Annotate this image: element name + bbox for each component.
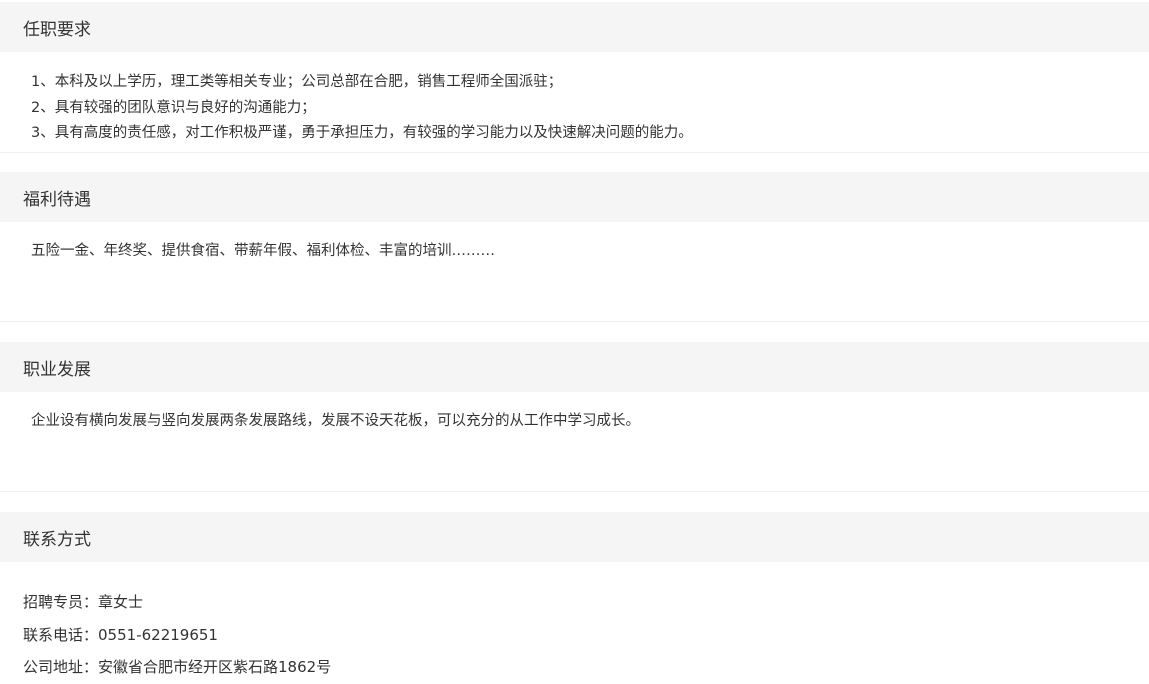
address-label: 公司地址： [23, 658, 99, 676]
benefits-text: 五险一金、年终奖、提供食宿、带薪年假、福利体检、丰富的培训……… [31, 243, 495, 259]
job-details-page: 任职要求 1、本科及以上学历，理工类等相关专业；公司总部在合肥，销售工程师全国派… [0, 0, 1149, 680]
recruiter-value: 章女士 [98, 593, 144, 611]
requirements-section: 任职要求 1、本科及以上学历，理工类等相关专业；公司总部在合肥，销售工程师全国派… [0, 2, 1149, 153]
requirement-item: 2、具有较强的团队意识与良好的沟通能力； [31, 99, 316, 116]
benefits-body: 五险一金、年终奖、提供食宿、带薪年假、福利体检、丰富的培训……… [0, 222, 1149, 322]
recruiter-label: 招聘专员： [23, 593, 99, 611]
benefits-title: 福利待遇 [0, 172, 1149, 222]
contact-recruiter: 招聘专员：章女士 [23, 586, 1149, 619]
contact-section: 联系方式 招聘专员：章女士 联系电话：0551-62219651 公司地址：安徽… [0, 512, 1149, 684]
requirements-title: 任职要求 [0, 2, 1149, 52]
career-text: 企业设有横向发展与竖向发展两条发展路线，发展不设天花板，可以充分的从工作中学习成… [31, 413, 640, 429]
contact-phone: 联系电话：0551-62219651 [23, 619, 1149, 652]
phone-label: 联系电话： [23, 625, 99, 644]
benefits-section: 福利待遇 五险一金、年终奖、提供食宿、带薪年假、福利体检、丰富的培训……… [0, 172, 1149, 322]
career-body: 企业设有横向发展与竖向发展两条发展路线，发展不设天花板，可以充分的从工作中学习成… [0, 392, 1149, 492]
requirement-item: 3、具有高度的责任感，对工作积极严谨，勇于承担压力，有较强的学习能力以及快速解决… [31, 125, 693, 141]
contact-address: 公司地址：安徽省合肥市经开区紫石路1862号 [23, 651, 1149, 684]
address-value: 安徽省合肥市经开区紫石路1862号 [98, 658, 332, 676]
requirement-item: 1、本科及以上学历，理工类等相关专业；公司总部在合肥，销售工程师全国派驻； [31, 74, 563, 90]
requirements-body: 1、本科及以上学历，理工类等相关专业；公司总部在合肥，销售工程师全国派驻； 2、… [0, 52, 1149, 153]
career-title: 职业发展 [0, 342, 1149, 392]
career-section: 职业发展 企业设有横向发展与竖向发展两条发展路线，发展不设天花板，可以充分的从工… [0, 342, 1149, 492]
contact-body: 招聘专员：章女士 联系电话：0551-62219651 公司地址：安徽省合肥市经… [0, 562, 1149, 684]
phone-value: 0551-62219651 [98, 625, 218, 644]
contact-title: 联系方式 [0, 512, 1149, 562]
